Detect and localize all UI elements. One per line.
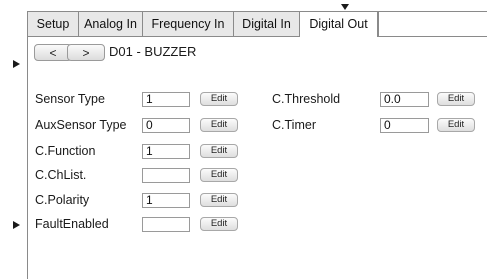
sensor-type-label: Sensor Type <box>35 92 105 106</box>
tab-digital-in[interactable]: Digital In <box>234 12 300 36</box>
tab-frequency-in[interactable]: Frequency In <box>143 12 234 36</box>
c-polarity-field[interactable]: 1 <box>142 193 190 208</box>
annotation-arrow-icon <box>13 221 20 229</box>
tab-analog-in[interactable]: Analog In <box>79 12 143 36</box>
c-chlist-edit-button[interactable]: Edit <box>200 168 238 182</box>
c-chlist-field[interactable] <box>142 168 190 183</box>
c-chlist-label: C.ChList. <box>35 168 87 182</box>
c-timer-field[interactable]: 0 <box>380 118 429 133</box>
c-threshold-field[interactable]: 0.0 <box>380 92 429 107</box>
fault-enabled-field[interactable] <box>142 217 190 232</box>
annotation-arrow-icon <box>341 4 349 10</box>
tab-bar: Setup Analog In Frequency In Digital In … <box>28 12 487 37</box>
annotation-arrow-icon <box>13 60 20 68</box>
c-polarity-edit-button[interactable]: Edit <box>200 193 238 207</box>
c-threshold-edit-button[interactable]: Edit <box>437 92 475 106</box>
c-function-label: C.Function <box>35 144 96 158</box>
c-timer-edit-button[interactable]: Edit <box>437 118 475 132</box>
next-channel-button[interactable]: > <box>67 44 105 61</box>
aux-sensor-type-label: AuxSensor Type <box>35 118 127 132</box>
c-threshold-label: C.Threshold <box>272 92 341 106</box>
aux-sensor-type-edit-button[interactable]: Edit <box>200 118 238 132</box>
channel-title: D01 - BUZZER <box>109 44 197 59</box>
aux-sensor-type-field[interactable]: 0 <box>142 118 190 133</box>
sensor-type-edit-button[interactable]: Edit <box>200 92 238 106</box>
c-function-field[interactable]: 1 <box>142 144 190 159</box>
fault-enabled-label: FaultEnabled <box>35 217 109 231</box>
c-function-edit-button[interactable]: Edit <box>200 144 238 158</box>
tab-digital-out[interactable]: Digital Out <box>300 12 378 37</box>
c-timer-label: C.Timer <box>272 118 316 132</box>
tab-setup[interactable]: Setup <box>28 12 79 36</box>
fault-enabled-edit-button[interactable]: Edit <box>200 217 238 231</box>
tab-bar-filler <box>378 12 487 36</box>
sensor-type-field[interactable]: 1 <box>142 92 190 107</box>
c-polarity-label: C.Polarity <box>35 193 90 207</box>
